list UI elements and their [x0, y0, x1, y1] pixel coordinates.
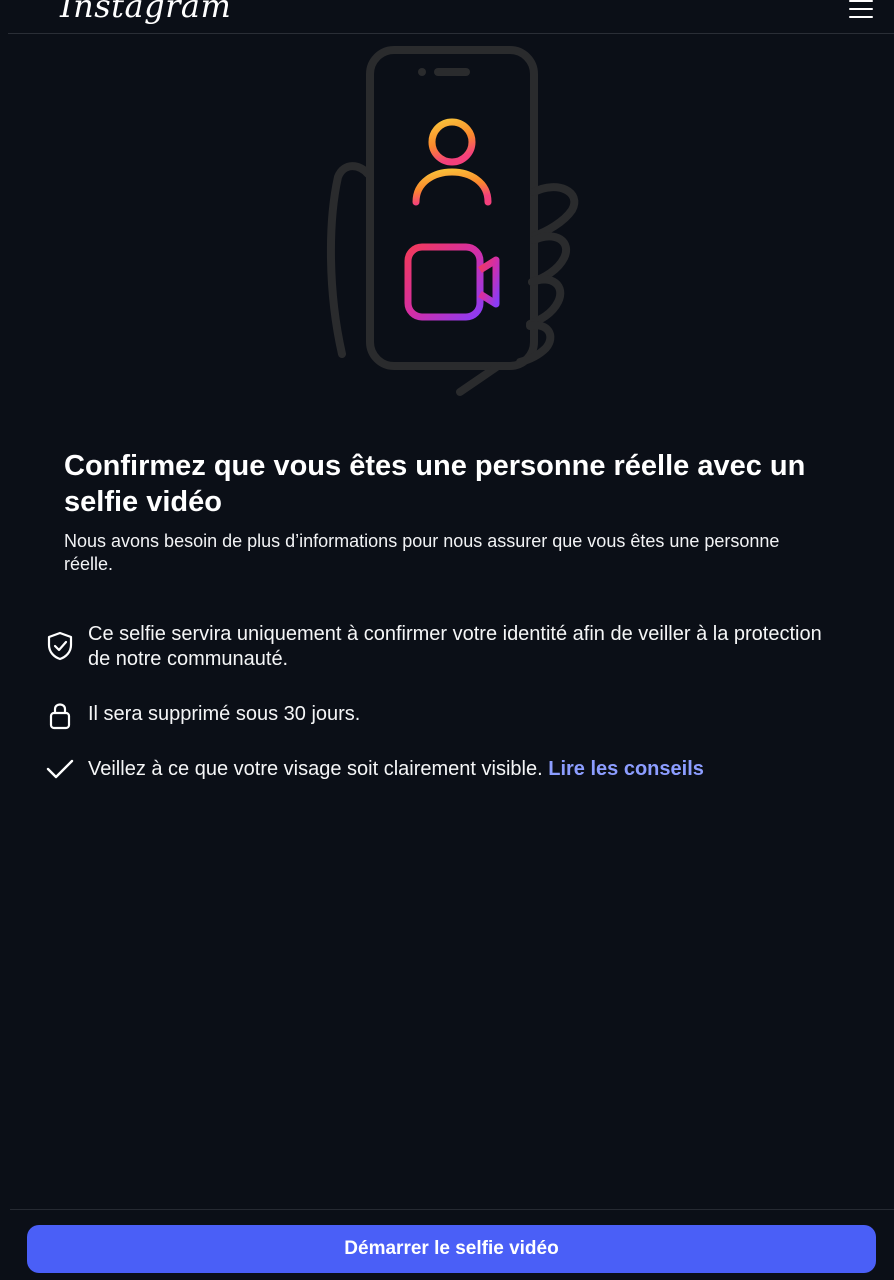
footer-divider — [10, 1209, 894, 1210]
shield-check-icon — [47, 631, 73, 661]
hamburger-menu-icon[interactable] — [846, 0, 876, 22]
feature-text: Veillez à ce que votre visage soit clair… — [88, 758, 543, 780]
read-tips-link[interactable]: Lire les conseils — [548, 758, 704, 780]
hand-holding-phone-icon — [326, 46, 579, 396]
page-title: Confirmez que vous êtes une personne rée… — [64, 450, 806, 518]
video-camera-icon — [404, 243, 500, 321]
instagram-logo[interactable]: Instagram — [60, 0, 231, 26]
feature-item-visibility: Veillez à ce que votre visage soit clair… — [44, 757, 844, 787]
check-icon — [46, 759, 74, 779]
person-icon — [412, 118, 492, 206]
feature-text-with-link: Veillez à ce que votre visage soit clair… — [88, 757, 828, 782]
feature-item-deletion: Il sera supprimé sous 30 jours. — [44, 702, 844, 732]
start-video-selfie-button[interactable]: Démarrer le selfie vidéo — [27, 1225, 876, 1273]
page: Instagram Confirmez que vous êtes une pe… — [0, 0, 894, 1280]
lock-icon — [49, 703, 71, 730]
page-subtitle: Nous avons besoin de plus d’informations… — [64, 531, 780, 574]
header-divider — [8, 33, 894, 34]
feature-item-privacy: Ce selfie servira uniquement à confirmer… — [44, 622, 844, 672]
feature-text: Ce selfie servira uniquement à confirmer… — [88, 623, 822, 670]
top-bar: Instagram — [0, 0, 894, 34]
feature-text: Il sera supprimé sous 30 jours. — [88, 703, 361, 725]
